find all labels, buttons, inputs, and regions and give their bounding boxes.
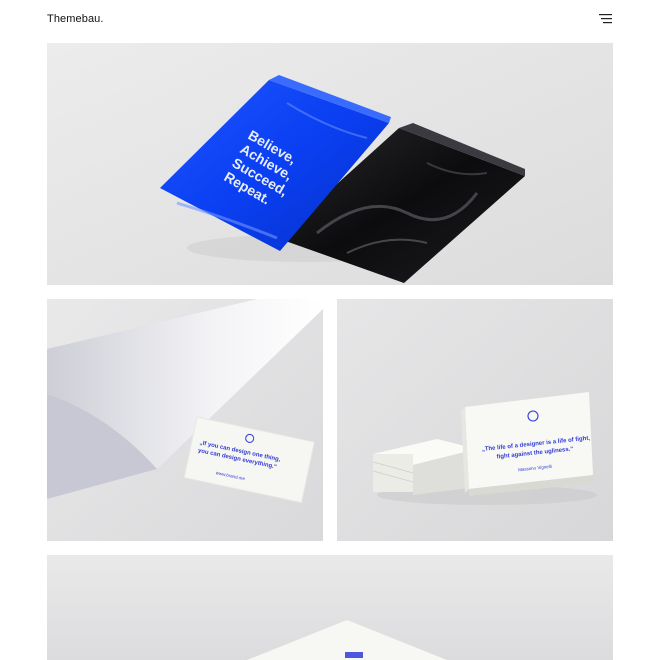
gallery-image-card-closeup[interactable] [47, 555, 613, 660]
gallery-image-business-card[interactable]: „If you can design one thing, you can de… [47, 299, 323, 541]
hamburger-menu-icon[interactable] [598, 12, 614, 26]
gallery-image-pouches[interactable]: Believe, Achieve, Succeed, Repeat. [47, 43, 613, 285]
card-stack-upright: „The life of a designer is a life of fig… [461, 392, 593, 496]
site-header: Themebau. [0, 0, 660, 40]
site-logo[interactable]: Themebau. [47, 13, 104, 25]
gallery-image-card-stack[interactable]: „The life of a designer is a life of fig… [337, 299, 613, 541]
